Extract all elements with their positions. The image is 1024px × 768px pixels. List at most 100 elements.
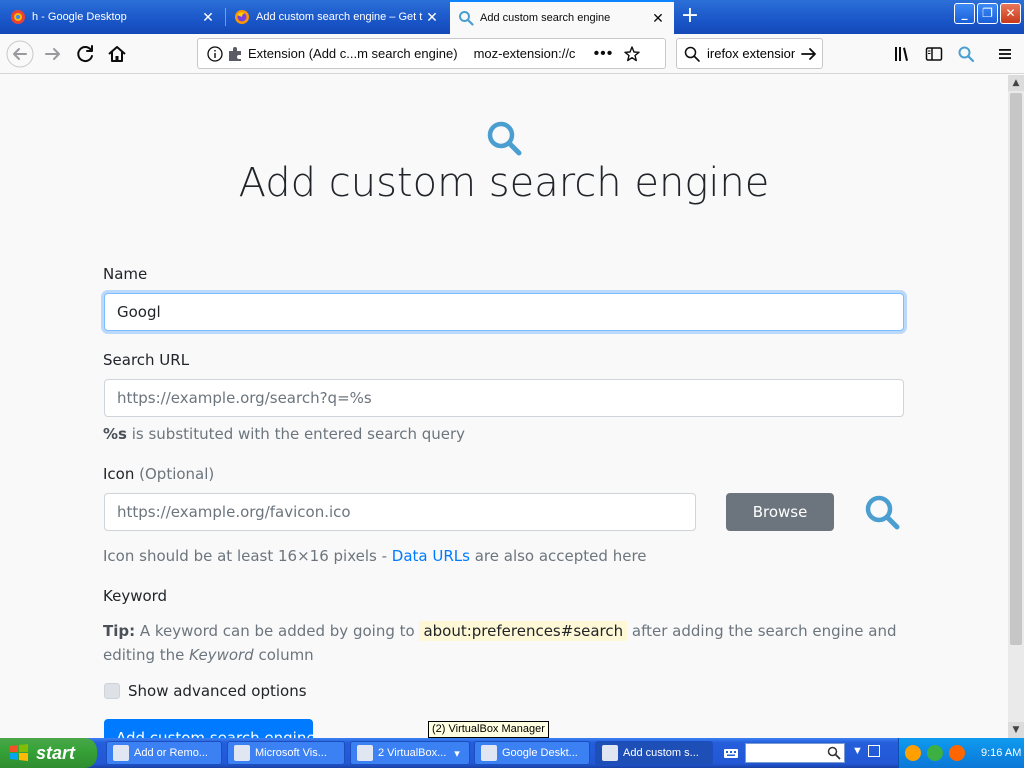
- vertical-scrollbar[interactable]: ▲ ▼: [1008, 75, 1024, 738]
- tip-text-3: column: [253, 646, 314, 664]
- advanced-options-row[interactable]: Show advanced options: [104, 682, 307, 700]
- library-icon: [895, 47, 908, 61]
- icon-label-text: Icon: [103, 465, 135, 483]
- control-panel-icon: [113, 745, 129, 761]
- taskbar-item-label: Microsoft Vis...: [255, 747, 327, 759]
- search-url-input[interactable]: https://example.org/search?q=%s: [104, 379, 904, 417]
- tip-label: Tip:: [103, 622, 136, 640]
- search-url-label: Search URL: [103, 351, 190, 369]
- keyword-label: Keyword: [103, 587, 168, 605]
- tab-title: h - Google Desktop: [32, 11, 127, 23]
- minimize-button[interactable]: _: [954, 3, 975, 24]
- tray-search-icon[interactable]: [949, 745, 965, 761]
- taskbar-item[interactable]: Microsoft Vis...: [227, 741, 345, 765]
- back-button[interactable]: [6, 40, 34, 68]
- taskbar-item[interactable]: Add or Remo...: [106, 741, 222, 765]
- search-url-help: %s is substituted with the entered searc…: [103, 425, 465, 443]
- icon-help-suffix: are also accepted here: [469, 547, 647, 565]
- start-label: start: [36, 742, 76, 763]
- icon-optional-text: (Optional): [139, 465, 215, 483]
- system-tray: 9:16 AM: [898, 738, 1024, 768]
- close-window-button[interactable]: ✕: [1000, 3, 1021, 24]
- back-arrow-icon: [6, 40, 34, 68]
- info-icon[interactable]: [206, 45, 224, 63]
- add-search-engine-button[interactable]: Add custom search engine: [104, 719, 313, 738]
- tab-google-desktop[interactable]: h - Google Desktop ✕: [2, 2, 224, 32]
- reload-button[interactable]: [71, 40, 99, 68]
- tab-close-icon[interactable]: ✕: [650, 10, 666, 26]
- scroll-thumb[interactable]: [1010, 93, 1022, 645]
- icon-label: Icon (Optional): [103, 465, 214, 483]
- network-icon[interactable]: [927, 745, 943, 761]
- taskbar-item[interactable]: Google Deskt...: [474, 741, 590, 765]
- taskbar-item-label: Add or Remo...: [134, 747, 208, 759]
- taskbar-item-label: Add custom s...: [623, 747, 699, 759]
- advanced-options-label: Show advanced options: [128, 682, 307, 700]
- reload-icon: [77, 45, 93, 63]
- sidebar-button[interactable]: [923, 43, 945, 65]
- forward-arrow-icon: [45, 48, 60, 60]
- search-bar[interactable]: irefox extension: [676, 38, 823, 69]
- bookmark-star-icon[interactable]: [623, 45, 641, 63]
- search-bar-value[interactable]: irefox extension: [707, 46, 795, 61]
- tab-close-icon[interactable]: ✕: [424, 9, 440, 25]
- icon-url-input[interactable]: https://example.org/favicon.ico: [104, 493, 696, 531]
- scroll-down-icon[interactable]: ▼: [1008, 722, 1024, 738]
- window-controls: _ ❐ ✕: [954, 3, 1021, 24]
- search-url-help-code: %s: [103, 425, 127, 443]
- taskbar-item[interactable]: Add custom s...: [595, 741, 713, 765]
- advanced-options-checkbox[interactable]: [104, 683, 120, 699]
- firefox-icon: [235, 10, 249, 24]
- visual-studio-icon: [234, 745, 250, 761]
- url-identity-label: Extension (Add c...m search engine): [248, 46, 458, 61]
- search-icon[interactable]: [826, 745, 842, 761]
- taskbar-item[interactable]: 2 VirtualBox... ▾: [350, 741, 470, 765]
- maximize-button[interactable]: ❐: [977, 3, 998, 24]
- tray-app-icon[interactable]: [905, 745, 921, 761]
- tab-close-icon[interactable]: ✕: [200, 9, 216, 25]
- navigation-toolbar: Extension (Add c...m search engine) moz-…: [0, 34, 1024, 74]
- dropdown-arrow-icon[interactable]: ▼: [852, 745, 863, 757]
- hamburger-menu-icon: [999, 49, 1011, 59]
- url-text[interactable]: moz-extension://c: [474, 46, 584, 61]
- firefox-icon: [602, 745, 618, 761]
- go-arrow-icon[interactable]: [799, 44, 819, 64]
- name-input[interactable]: Googl: [104, 293, 904, 331]
- data-urls-link[interactable]: Data URLs: [392, 547, 470, 565]
- icon-help: Icon should be at least 16×16 pixels - D…: [103, 547, 647, 565]
- virtualbox-icon: [357, 745, 373, 761]
- search-icon: [459, 11, 474, 26]
- google-desktop-icon: [11, 10, 25, 24]
- tab-title: Add custom search engine: [480, 12, 611, 24]
- library-button[interactable]: [891, 43, 913, 65]
- url-bar[interactable]: Extension (Add c...m search engine) moz-…: [197, 38, 666, 69]
- browse-button[interactable]: Browse: [726, 493, 834, 531]
- home-button[interactable]: [103, 40, 131, 68]
- extension-search-button[interactable]: [955, 43, 977, 65]
- keyword-tip: Tip: A keyword can be added by going to …: [103, 619, 913, 667]
- page-actions-more-icon[interactable]: •••: [594, 45, 614, 63]
- folder-icon: [481, 745, 497, 761]
- new-tab-button[interactable]: +: [677, 4, 703, 30]
- start-button[interactable]: start: [0, 738, 97, 768]
- preferences-code: about:preferences#search: [419, 621, 628, 641]
- search-icon: [958, 46, 975, 63]
- tip-keyword-italic: Keyword: [189, 646, 254, 664]
- icon-help-prefix: Icon should be at least 16×16 pixels -: [103, 547, 392, 565]
- scroll-up-icon[interactable]: ▲: [1008, 75, 1024, 91]
- search-icon: [865, 495, 900, 530]
- windows-flag-icon: [10, 744, 28, 761]
- tab-add-custom-search-engine[interactable]: Add custom search engine ✕: [450, 0, 674, 34]
- keyboard-icon[interactable]: [723, 745, 739, 761]
- tab-strip: h - Google Desktop ✕ Add custom search e…: [0, 0, 1024, 34]
- group-arrow-icon: ▾: [454, 747, 460, 760]
- page-content: Add custom search engine Name Googl Sear…: [0, 75, 1008, 738]
- restore-icon[interactable]: [868, 745, 880, 757]
- search-url-help-text: is substituted with the entered search q…: [126, 425, 466, 443]
- tip-text-1: A keyword can be added by going to: [135, 622, 420, 640]
- search-icon: [684, 46, 700, 62]
- menu-button[interactable]: [994, 43, 1016, 65]
- tab-add-custom-search-engine-amo[interactable]: Add custom search engine – Get t ✕: [226, 2, 448, 32]
- desktop-search-input[interactable]: [745, 743, 845, 763]
- forward-button[interactable]: [39, 40, 67, 68]
